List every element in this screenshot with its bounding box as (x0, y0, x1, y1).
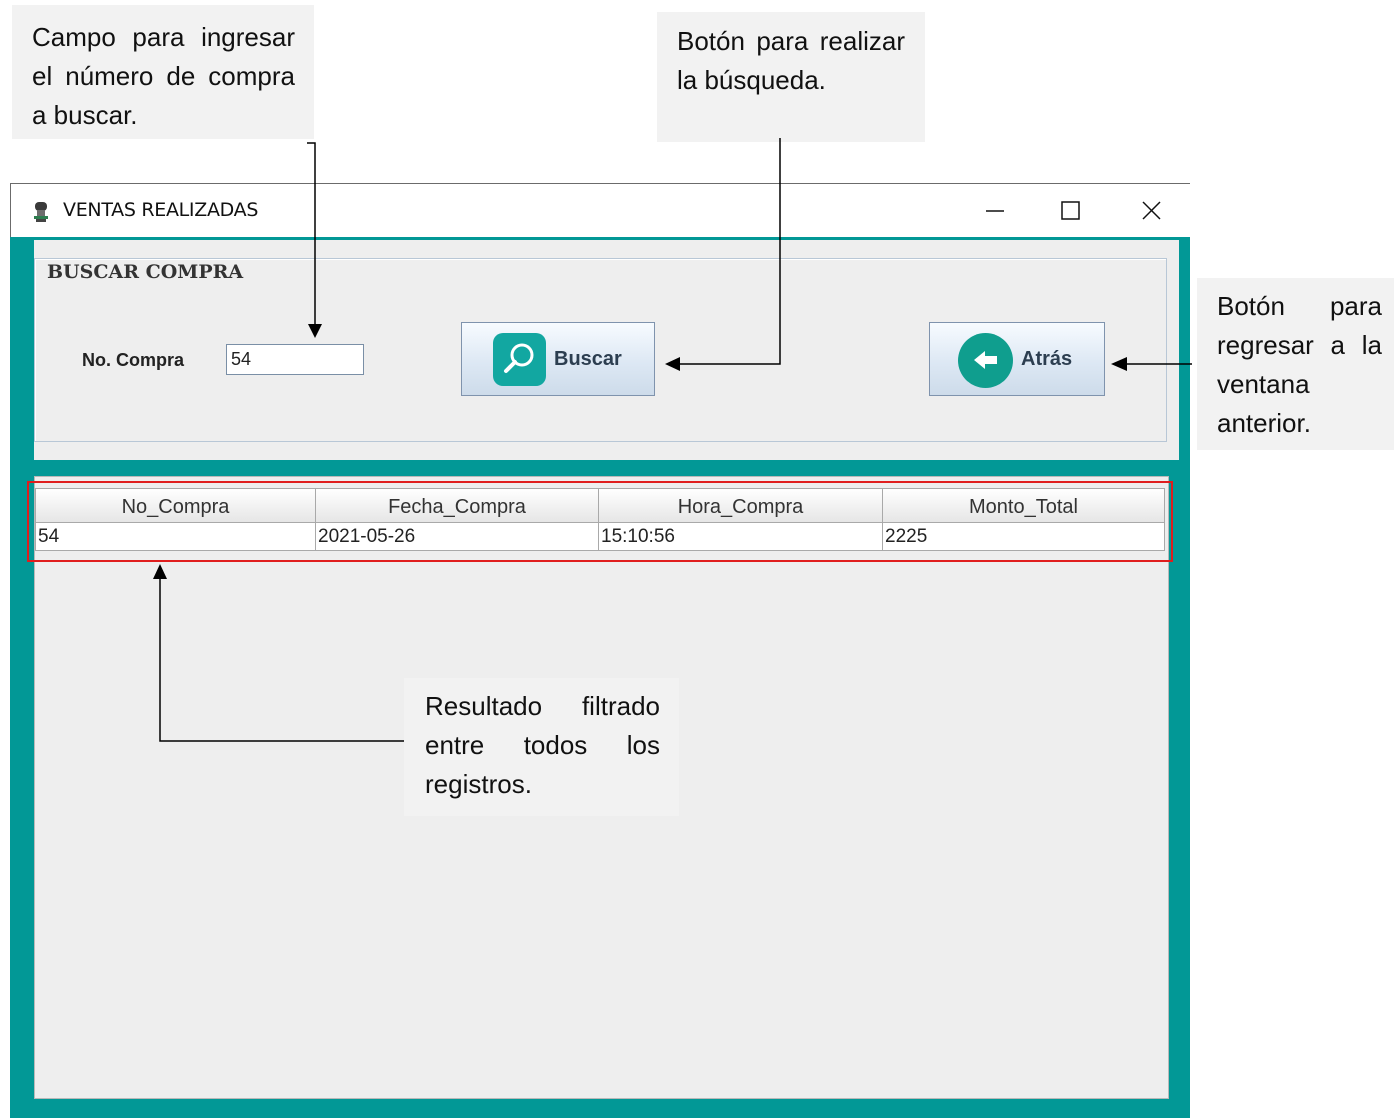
callout-connectors (153, 138, 1192, 742)
